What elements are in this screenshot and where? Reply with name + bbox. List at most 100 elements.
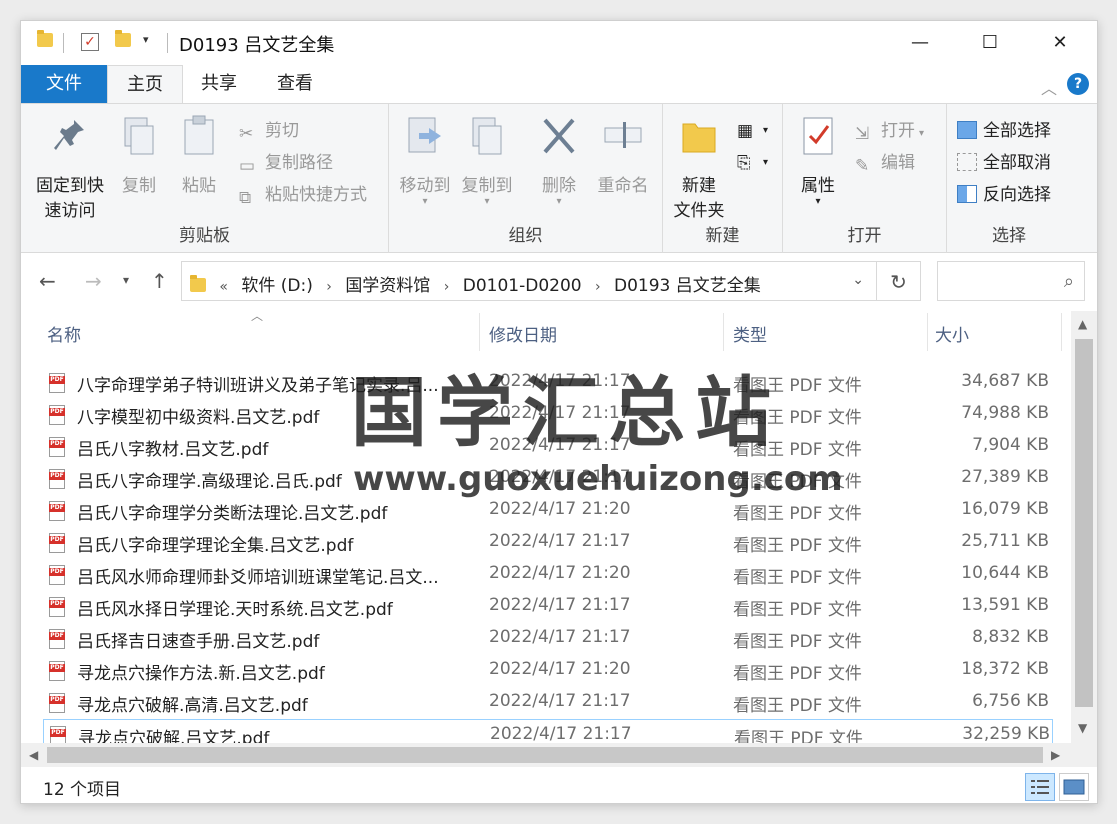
- column-type[interactable]: 类型: [733, 321, 767, 346]
- breadcrumb-item-drive[interactable]: 软件 (D:): [241, 276, 313, 296]
- column-name[interactable]: 名称: [47, 321, 81, 346]
- easy-access-button[interactable]: ⎘ ▾: [737, 150, 768, 173]
- tab-view[interactable]: 查看: [259, 65, 331, 103]
- ribbon: 固定到快 速访问 复制 粘贴 ✂ 剪切 ▭ 复制路径 ⧉ 粘贴快捷方式 剪贴板 …: [21, 103, 1097, 254]
- pdf-file-icon: [49, 501, 65, 521]
- column-size[interactable]: 大小: [935, 321, 969, 346]
- address-bar[interactable]: « 软件 (D:) › 国学资料馆 › D0101-D0200 › D0193 …: [181, 261, 877, 301]
- file-name: 吕氏八字命理学理论全集.吕文艺.pdf: [77, 536, 354, 556]
- pin-quick-access-button[interactable]: 固定到快 速访问: [31, 114, 109, 221]
- new-item-icon: ▦: [737, 121, 754, 141]
- help-icon[interactable]: ?: [1067, 73, 1089, 95]
- column-date[interactable]: 修改日期: [489, 321, 557, 346]
- chevron-right-icon[interactable]: ›: [595, 279, 601, 295]
- collapse-ribbon-icon[interactable]: ︿: [1041, 75, 1057, 99]
- chevron-right-icon[interactable]: ›: [326, 279, 332, 295]
- minimize-button[interactable]: —: [897, 21, 943, 65]
- file-type: 看图王 PDF 文件: [733, 376, 862, 396]
- breadcrumb-item-library[interactable]: 国学资料馆: [345, 276, 430, 296]
- group-open: 属性 ▾ ⇲ 打开 ▾ ✎ 编辑 打开: [783, 104, 947, 254]
- table-row[interactable]: 吕氏风水择日学理论.天时系统.吕文艺.pdf 2022/4/17 21:17 看图王…: [43, 591, 1053, 623]
- rename-button[interactable]: 重命名: [593, 114, 653, 196]
- group-label-new: 新建: [705, 226, 740, 246]
- overflow-icon[interactable]: «: [219, 279, 228, 295]
- copy-to-button[interactable]: 复制到 ▾: [459, 114, 515, 207]
- search-input[interactable]: ⌕: [937, 261, 1085, 301]
- scroll-up-icon[interactable]: ▲: [1078, 317, 1087, 331]
- table-row[interactable]: 吕氏八字教材.吕文艺.pdf 2022/4/17 21:17 看图王 PDF 文件 7…: [43, 431, 1053, 463]
- details-view-button[interactable]: [1025, 773, 1055, 801]
- column-divider[interactable]: [479, 313, 480, 351]
- move-to-button[interactable]: 移动到 ▾: [397, 114, 453, 207]
- open-button[interactable]: ⇲ 打开 ▾: [855, 116, 924, 144]
- pin-icon: [54, 120, 84, 150]
- scroll-thumb[interactable]: [47, 747, 1043, 763]
- scroll-down-icon[interactable]: ▼: [1078, 721, 1087, 735]
- column-divider[interactable]: [1061, 313, 1062, 351]
- pdf-file-icon: [49, 597, 65, 617]
- up-arrow-icon[interactable]: ↑: [151, 269, 168, 293]
- properties-button[interactable]: 属性 ▾: [793, 114, 843, 207]
- group-select: 全部选择 全部取消 反向选择 选择: [947, 104, 1071, 254]
- table-row[interactable]: 吕氏择吉日速查手册.吕文艺.pdf 2022/4/17 21:17 看图王 PDF …: [43, 623, 1053, 655]
- invert-selection-icon: [957, 185, 977, 203]
- paste-shortcut-button[interactable]: ⧉ 粘贴快捷方式: [239, 180, 367, 208]
- scroll-thumb[interactable]: [1075, 339, 1093, 707]
- large-icons-view-button[interactable]: [1059, 773, 1089, 801]
- breadcrumb-item-range[interactable]: D0101-D0200: [463, 276, 582, 296]
- close-button[interactable]: ✕: [1037, 21, 1083, 65]
- paste-button[interactable]: 粘贴: [177, 114, 221, 196]
- file-type: 看图王 PDF 文件: [733, 440, 862, 460]
- table-row[interactable]: 吕氏八字命理学分类断法理论.吕文艺.pdf 2022/4/17 21:20 看图王 …: [43, 495, 1053, 527]
- maximize-button[interactable]: ☐: [967, 21, 1013, 65]
- table-row[interactable]: 吕氏八字命理学理论全集.吕文艺.pdf 2022/4/17 21:17 看图王 PD…: [43, 527, 1053, 559]
- column-divider[interactable]: [723, 313, 724, 351]
- rename-label: 重命名: [597, 176, 649, 196]
- chevron-down-icon[interactable]: ⌄: [852, 272, 864, 288]
- table-row[interactable]: 八字模型初中级资料.吕文艺.pdf 2022/4/17 21:17 看图王 PDF …: [43, 399, 1053, 431]
- scroll-right-icon[interactable]: ▶: [1051, 748, 1060, 762]
- file-name: 吕氏择吉日速查手册.吕文艺.pdf: [77, 632, 320, 652]
- table-row[interactable]: 寻龙点穴操作方法.新.吕文艺.pdf 2022/4/17 21:20 看图王 PDF…: [43, 655, 1053, 687]
- new-item-button[interactable]: ▦ ▾: [737, 118, 768, 141]
- table-row[interactable]: 吕氏八字命理学.高级理论.吕氏.pdf 2022/4/17 21:17 看图王 PD…: [43, 463, 1053, 495]
- tab-file[interactable]: 文件: [21, 65, 107, 103]
- new-folder-button[interactable]: 新建 文件夹: [669, 114, 729, 221]
- horizontal-scrollbar[interactable]: ◀ ▶: [21, 743, 1071, 767]
- pdf-file-icon: [49, 405, 65, 425]
- folder-icon: [37, 30, 53, 47]
- chevron-down-icon[interactable]: ▾: [143, 33, 149, 46]
- chevron-right-icon[interactable]: ›: [444, 279, 450, 295]
- pdf-file-icon: [49, 373, 65, 393]
- select-all-button[interactable]: 全部选择: [957, 116, 1051, 141]
- back-arrow-icon[interactable]: ←: [39, 269, 56, 293]
- tab-home[interactable]: 主页: [107, 65, 183, 104]
- edit-button[interactable]: ✎ 编辑: [855, 148, 915, 176]
- tab-share[interactable]: 共享: [183, 65, 255, 103]
- forward-arrow-icon[interactable]: →: [85, 269, 102, 293]
- column-divider[interactable]: [927, 313, 928, 351]
- select-none-button[interactable]: 全部取消: [957, 148, 1051, 173]
- refresh-button[interactable]: ↻: [877, 261, 921, 301]
- group-organize: 移动到 ▾ 复制到 ▾ 删除 ▾ 重命名 组织: [389, 104, 663, 254]
- copy-path-button[interactable]: ▭ 复制路径: [239, 148, 333, 176]
- copy-button[interactable]: 复制: [117, 114, 161, 196]
- file-type: 看图王 PDF 文件: [733, 504, 862, 524]
- vertical-scrollbar[interactable]: ▲ ▼: [1071, 311, 1097, 743]
- title-separator: [167, 33, 168, 53]
- table-row[interactable]: 八字命理学弟子特训班讲义及弟子笔记实录.吕... 2022/4/17 21:17 看…: [43, 367, 1053, 399]
- file-date: 2022/4/17 21:20: [489, 563, 631, 583]
- file-name: 八字命理学弟子特训班讲义及弟子笔记实录.吕...: [77, 376, 439, 396]
- file-name: 寻龙点穴操作方法.新.吕文艺.pdf: [77, 664, 325, 684]
- properties-quick-icon[interactable]: ✓: [81, 33, 99, 51]
- file-name: 八字模型初中级资料.吕文艺.pdf: [77, 408, 320, 428]
- scroll-left-icon[interactable]: ◀: [29, 748, 38, 762]
- new-folder-quick-icon[interactable]: [115, 30, 131, 47]
- recent-locations-chevron-icon[interactable]: ▾: [123, 273, 129, 287]
- table-row[interactable]: 吕氏风水师命理师卦爻师培训班课堂笔记.吕文... 2022/4/17 21:20 看…: [43, 559, 1053, 591]
- cut-button[interactable]: ✂ 剪切: [239, 116, 299, 144]
- invert-selection-button[interactable]: 反向选择: [957, 180, 1051, 205]
- breadcrumb-item-current[interactable]: D0193 吕文艺全集: [614, 276, 761, 296]
- delete-button[interactable]: 删除 ▾: [535, 114, 583, 207]
- table-row[interactable]: 寻龙点穴破解.高清.吕文艺.pdf 2022/4/17 21:17 看图王 PDF …: [43, 687, 1053, 719]
